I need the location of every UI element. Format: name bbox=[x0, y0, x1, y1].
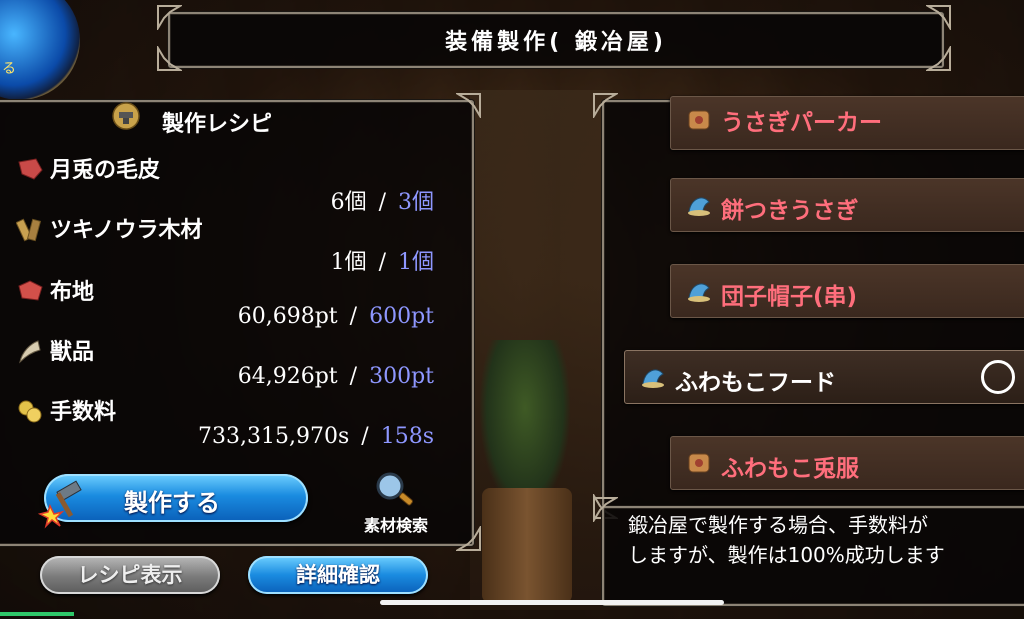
material-search-label: 素材検索 bbox=[363, 516, 428, 535]
description-text: 鍛冶屋で製作する場合、手数料が しますが、製作は100%成功します bbox=[628, 510, 1024, 570]
fang-icon bbox=[19, 340, 41, 364]
menu-orb-label: る bbox=[2, 61, 16, 77]
ornament-corner-icon bbox=[926, 46, 951, 71]
ingredient-need: 600pt bbox=[369, 304, 434, 329]
selected-indicator-icon bbox=[981, 360, 1015, 394]
list-item-label: うさぎパーカー bbox=[721, 110, 882, 136]
armor-icon bbox=[688, 110, 710, 130]
hat-icon bbox=[688, 197, 710, 216]
description-line: 鍛冶屋で製作する場合、手数料が bbox=[628, 513, 928, 537]
ingredient-have: 6個 bbox=[330, 190, 367, 215]
home-indicator[interactable] bbox=[380, 600, 724, 605]
detail-confirm-button[interactable]: 詳細確認 bbox=[248, 556, 428, 594]
description-line: しますが、製作は100%成功します bbox=[628, 543, 945, 567]
ingredient-name: 獣品 bbox=[50, 340, 95, 365]
list-item[interactable]: うさぎパーカー bbox=[670, 96, 1024, 150]
recipe-view-button[interactable]: レシピ表示 bbox=[40, 556, 220, 594]
craft-button-label: 製作する bbox=[124, 489, 220, 517]
recipe-title: 製作レシピ bbox=[162, 112, 273, 137]
ingredient-amount: 60,698pt / 600pt bbox=[238, 304, 434, 329]
ingredient-amount: 6個 / 3個 bbox=[331, 184, 434, 216]
amount-separator: / bbox=[378, 250, 386, 275]
ingredient-have: 1個 bbox=[330, 250, 367, 275]
list-item-label: 餅つきうさぎ bbox=[721, 198, 859, 224]
fur-icon bbox=[18, 158, 43, 180]
ingredient-name: 布地 bbox=[50, 280, 95, 305]
ingredient-amount: 64,926pt / 300pt bbox=[238, 364, 434, 389]
ornament-corner-icon bbox=[157, 46, 182, 71]
material-search-button[interactable]: 素材検索 bbox=[348, 470, 444, 535]
ingredient-need: 3個 bbox=[398, 190, 434, 215]
hat-icon bbox=[688, 283, 710, 302]
title-bar: 装備製作( 鍛冶屋) bbox=[168, 12, 944, 68]
amount-separator: / bbox=[378, 190, 386, 215]
ingredient-amount: 1個 / 1個 bbox=[331, 244, 434, 276]
cloth-icon bbox=[18, 280, 43, 301]
list-item-label: 団子帽子(串) bbox=[721, 284, 858, 310]
list-item-label: ふわもこフード bbox=[675, 370, 836, 396]
hammer-burst-icon bbox=[37, 480, 82, 529]
ingredient-have: 64,926pt bbox=[237, 364, 338, 389]
ingredient-name: ツキノウラ木材 bbox=[50, 218, 203, 243]
ingredient-need: 1個 bbox=[398, 250, 434, 275]
armor-icon bbox=[688, 453, 710, 473]
menu-orb-button[interactable] bbox=[0, 0, 80, 100]
ingredient-name: 手数料 bbox=[50, 400, 117, 425]
ingredient-have: 60,698pt bbox=[237, 304, 338, 329]
ingredient-need: 300pt bbox=[369, 364, 434, 389]
amount-separator: / bbox=[361, 424, 369, 449]
ornament-corner-icon bbox=[157, 5, 182, 30]
ornament-corner-icon bbox=[456, 93, 481, 118]
list-item[interactable]: ふわもこ兎服 bbox=[670, 436, 1024, 490]
ornament-corner-icon bbox=[456, 526, 481, 551]
ingredient-need: 158s bbox=[380, 424, 434, 449]
background-plant bbox=[480, 340, 570, 510]
ornament-corner-icon bbox=[926, 5, 951, 30]
hat-icon bbox=[642, 369, 664, 388]
amount-separator: / bbox=[349, 364, 358, 389]
list-item-label: ふわもこ兎服 bbox=[721, 456, 859, 482]
amount-separator: / bbox=[349, 304, 358, 329]
magnifier-icon bbox=[376, 472, 413, 506]
list-item-selected[interactable]: ふわもこフード bbox=[624, 350, 1024, 404]
ornament-corner-icon bbox=[593, 497, 618, 522]
coin-icon bbox=[18, 400, 42, 423]
list-item[interactable]: 餅つきうさぎ bbox=[670, 178, 1024, 232]
wood-icon bbox=[16, 218, 42, 242]
ingredient-amount: 733,315,970s / 158s bbox=[198, 424, 434, 449]
ornament-corner-icon bbox=[593, 93, 618, 118]
ingredient-have: 733,315,970s bbox=[198, 424, 350, 449]
progress-line bbox=[0, 612, 74, 616]
anvil-icon bbox=[112, 102, 140, 130]
background-barrel bbox=[482, 488, 572, 603]
list-item[interactable]: 団子帽子(串) bbox=[670, 264, 1024, 318]
ingredient-name: 月兎の毛皮 bbox=[50, 158, 161, 183]
page-title: 装備製作( 鍛冶屋) bbox=[445, 30, 667, 55]
